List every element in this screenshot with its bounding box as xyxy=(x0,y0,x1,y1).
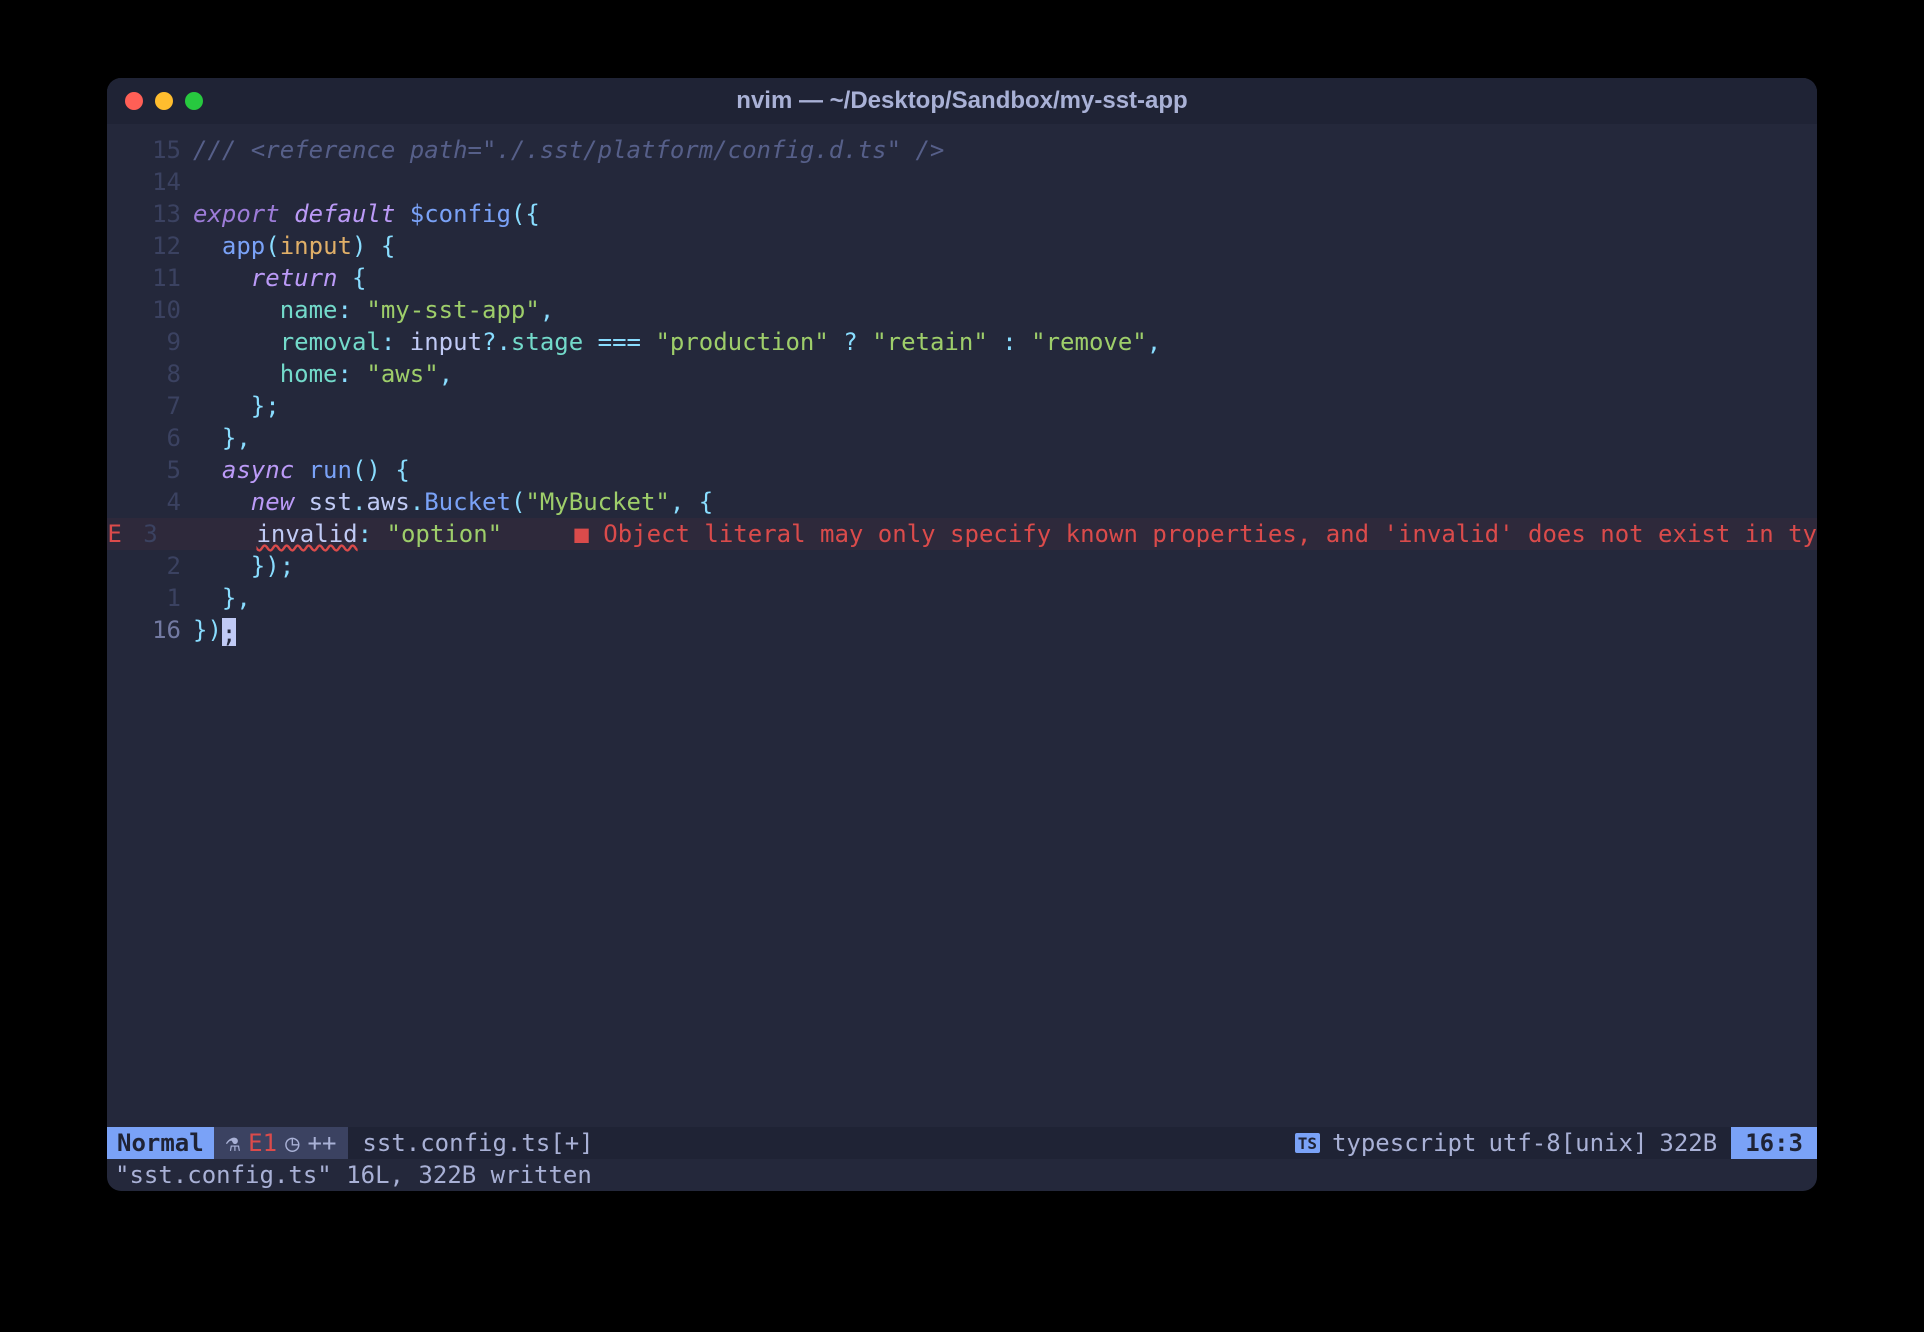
code-line: 14 xyxy=(107,166,1817,198)
line-number: 14 xyxy=(129,166,193,198)
line-number: 2 xyxy=(129,550,193,582)
line-number: 4 xyxy=(129,486,193,518)
flask-icon: ⚗ xyxy=(226,1129,240,1157)
line-number: 7 xyxy=(129,390,193,422)
traffic-lights xyxy=(125,92,203,110)
cursor: ; xyxy=(222,618,236,646)
code-line: 7 }; xyxy=(107,390,1817,422)
status-line: Normal ⚗ E1 ◷ ++ sst.config.ts[+] TS typ… xyxy=(107,1127,1817,1159)
line-number: 16 xyxy=(129,614,193,646)
code-line: 12 app(input) { xyxy=(107,230,1817,262)
line-number: 3 xyxy=(122,518,170,550)
command-line: "sst.config.ts" 16L, 322B written xyxy=(107,1159,1817,1191)
line-number: 11 xyxy=(129,262,193,294)
code-line: 1 }, xyxy=(107,582,1817,614)
code-line: 9 removal: input?.stage === "production"… xyxy=(107,326,1817,358)
window-titlebar: nvim — ~/Desktop/Sandbox/my-sst-app xyxy=(107,78,1817,124)
error-count: E1 xyxy=(248,1129,277,1157)
error-token: invalid xyxy=(256,520,357,548)
code-line: 5 async run() { xyxy=(107,454,1817,486)
code-line: 15 /// <reference path="./.sst/platform/… xyxy=(107,134,1817,166)
ts-badge-icon: TS xyxy=(1295,1133,1320,1153)
editor-viewport[interactable]: 15 /// <reference path="./.sst/platform/… xyxy=(107,124,1817,1127)
code-content: /// <reference path="./.sst/platform/con… xyxy=(193,134,944,166)
close-window-button[interactable] xyxy=(125,92,143,110)
filesize: 322B xyxy=(1659,1129,1717,1157)
line-number: 15 xyxy=(129,134,193,166)
code-line-error: E 3 invalid: "option" ■ Object literal m… xyxy=(107,518,1817,550)
code-line: 8 home: "aws", xyxy=(107,358,1817,390)
clock-icon: ◷ xyxy=(285,1129,299,1157)
terminal-window: nvim — ~/Desktop/Sandbox/my-sst-app 15 /… xyxy=(107,78,1817,1191)
code-line: 11 return { xyxy=(107,262,1817,294)
sign-column xyxy=(107,134,129,166)
code-line: 4 new sst.aws.Bucket("MyBucket", { xyxy=(107,486,1817,518)
line-number: 12 xyxy=(129,230,193,262)
modified-indicator: ++ xyxy=(308,1129,337,1157)
maximize-window-button[interactable] xyxy=(185,92,203,110)
line-number: 5 xyxy=(129,454,193,486)
line-number: 8 xyxy=(129,358,193,390)
filename: sst.config.ts[+] xyxy=(348,1129,607,1157)
line-number: 9 xyxy=(129,326,193,358)
line-number: 10 xyxy=(129,294,193,326)
code-line: 2 }); xyxy=(107,550,1817,582)
diagnostic-message: Object literal may only specify known pr… xyxy=(603,520,1817,548)
vim-mode: Normal xyxy=(107,1127,214,1159)
code-line-cursor: 16 }); xyxy=(107,614,1817,646)
error-sign: E xyxy=(107,518,122,550)
code-line: 10 name: "my-sst-app", xyxy=(107,294,1817,326)
line-number: 6 xyxy=(129,422,193,454)
code-line: 6 }, xyxy=(107,422,1817,454)
cursor-position: 16:3 xyxy=(1731,1127,1817,1159)
minimize-window-button[interactable] xyxy=(155,92,173,110)
status-right: TS typescript utf-8[unix] 322B xyxy=(1281,1129,1732,1157)
encoding: utf-8[unix] xyxy=(1488,1129,1647,1157)
filetype: typescript xyxy=(1332,1129,1477,1157)
code-line: 13 export default $config({ xyxy=(107,198,1817,230)
line-number: 13 xyxy=(129,198,193,230)
window-title: nvim — ~/Desktop/Sandbox/my-sst-app xyxy=(107,87,1817,115)
diagnostics-segment: ⚗ E1 ◷ ++ xyxy=(214,1127,349,1159)
line-number: 1 xyxy=(129,582,193,614)
diagnostic-icon: ■ xyxy=(574,520,588,548)
